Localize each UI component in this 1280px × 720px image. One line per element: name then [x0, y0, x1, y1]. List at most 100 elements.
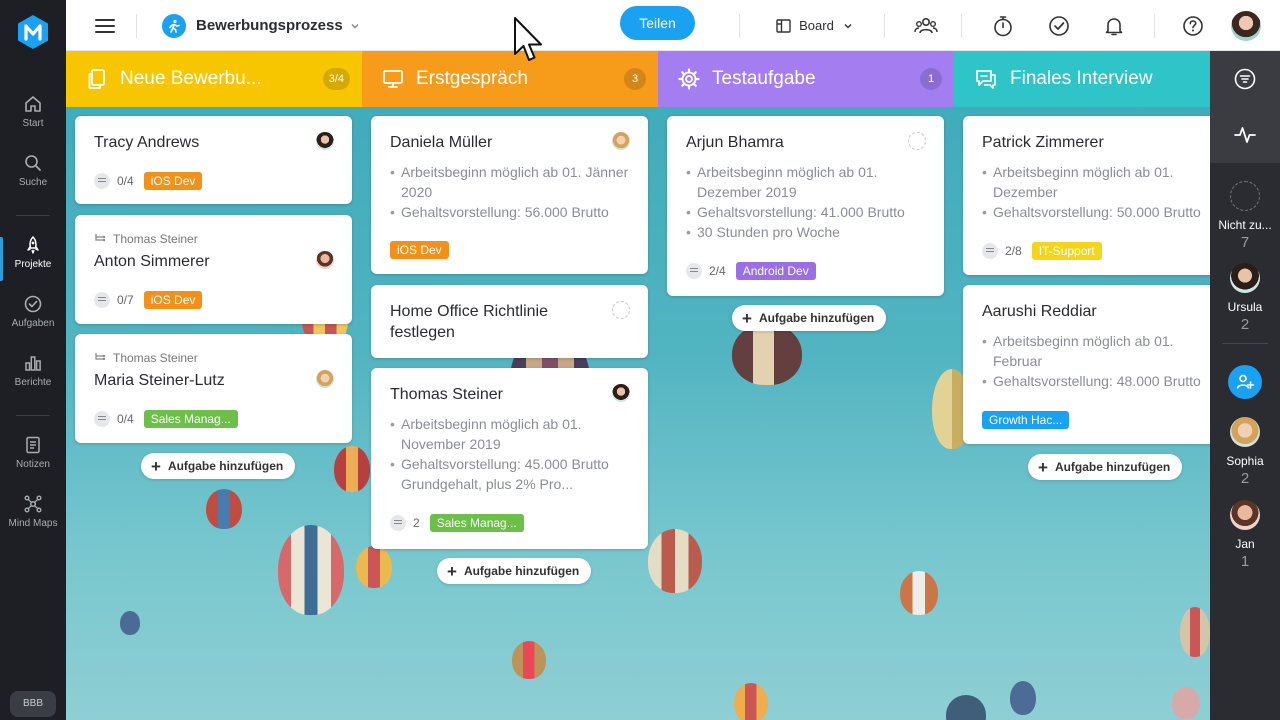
nav-label: Start: [22, 118, 44, 129]
tag-label[interactable]: Sales Manag...: [143, 410, 238, 428]
gear-icon: [678, 68, 700, 90]
help-icon[interactable]: [1178, 0, 1208, 51]
user-initials-badge[interactable]: BBB: [10, 691, 56, 717]
nav-mind-maps[interactable]: Mind Maps: [0, 494, 66, 546]
parent-task-label: Thomas Steiner: [113, 232, 198, 246]
subtask-icon: [95, 353, 106, 361]
add-task-button[interactable]: + Aufgabe hinzufügen: [732, 305, 887, 331]
task-card[interactable]: Home Office Richtlinie festlegen: [371, 285, 648, 358]
nav-start[interactable]: Start: [0, 94, 66, 146]
card-description: Arbeitsbeginn möglich ab 01. Februar Geh…: [982, 331, 1210, 391]
column-testaufgabe: Testaufgabe 1 Arjun Bhamra Arbeitsbeginn…: [658, 51, 954, 720]
nav-label: Mind Maps: [8, 518, 58, 529]
column-header[interactable]: Neue Bewerbu... 3/4: [66, 51, 362, 107]
description-bullet: Arbeitsbeginn möglich ab 01. Dezember 20…: [686, 162, 928, 202]
project-selector[interactable]: Bewerbungsprozess: [162, 0, 362, 51]
tag-label[interactable]: iOS Dev: [143, 291, 203, 309]
board-area: Neue Bewerbu... 3/4 Tracy Andrews 0/4 iO…: [66, 51, 1210, 720]
assignee-filter-ursula[interactable]: Ursula 2: [1210, 263, 1280, 333]
share-button[interactable]: Teilen: [620, 6, 695, 40]
column-title: Neue Bewerbu...: [120, 68, 262, 89]
parent-task[interactable]: Thomas Steiner: [94, 232, 198, 246]
menu-icon[interactable]: [90, 0, 120, 51]
description-bullet: Arbeitsbeginn möglich ab 01. Februar: [982, 331, 1210, 371]
task-card[interactable]: Tracy Andrews 0/4 iOS Dev: [75, 116, 352, 204]
completed-check-icon[interactable]: [1044, 0, 1074, 51]
description-bullet: Arbeitsbeginn möglich ab 01. November 20…: [390, 414, 632, 454]
add-task-button[interactable]: + Aufgabe hinzufügen: [141, 453, 296, 479]
checklist-icon: [94, 292, 110, 308]
card-title: Thomas Steiner: [390, 386, 503, 403]
assignee-filter-sophia[interactable]: Sophia 2: [1210, 417, 1280, 487]
app-logo[interactable]: [16, 14, 50, 50]
assignee-avatar[interactable]: [316, 251, 334, 269]
column-erstgespraech: Erstgespräch 3 Daniela Müller Arbeitsbeg…: [362, 51, 658, 720]
card-meta: iOS Dev: [390, 241, 449, 259]
task-card[interactable]: Arjun Bhamra Arbeitsbeginn möglich ab 01…: [667, 116, 944, 296]
avatar: [1230, 263, 1260, 293]
filter-icon[interactable]: [1234, 68, 1256, 90]
nav-suche[interactable]: Suche: [0, 153, 66, 205]
monitor-icon: [383, 70, 403, 88]
nav-label: Berichte: [14, 377, 52, 388]
activity-icon[interactable]: [1234, 124, 1256, 146]
top-bar: Bewerbungsprozess Teilen Board: [66, 0, 1280, 51]
column-count: 3/4: [322, 68, 350, 90]
nav-berichte[interactable]: Berichte: [0, 353, 66, 405]
tag-label[interactable]: Sales Manag...: [429, 514, 524, 532]
task-card[interactable]: Thomas Steiner Anton Simmerer 0/7 iOS De…: [75, 215, 352, 324]
subtask-icon: [95, 234, 106, 242]
plus-icon: +: [742, 308, 752, 328]
user-avatar[interactable]: [1231, 0, 1261, 51]
nav-notizen[interactable]: Notizen: [0, 435, 66, 487]
tag-label[interactable]: Growth Hac...: [982, 411, 1070, 429]
plus-icon: +: [447, 561, 457, 581]
task-card[interactable]: Patrick Zimmerer Arbeitsbeginn möglich a…: [963, 116, 1210, 275]
column-header[interactable]: Finales Interview: [954, 51, 1210, 107]
assignee-filter-jan[interactable]: Jan 1: [1210, 500, 1280, 570]
task-card[interactable]: Thomas Steiner Arbeitsbeginn möglich ab …: [371, 368, 648, 549]
right-panel: Nicht zu... 7 Ursula 2 Sophia 2 Jan 1: [1210, 51, 1280, 720]
column-header[interactable]: Erstgespräch 3: [362, 51, 658, 107]
assignee-avatar[interactable]: [612, 132, 630, 150]
task-card[interactable]: Aarushi Reddiar Arbeitsbeginn möglich ab…: [963, 285, 1210, 444]
task-card[interactable]: Thomas Steiner Maria Steiner-Lutz 0/4 Sa…: [75, 334, 352, 443]
description-bullet: Arbeitsbeginn möglich ab 01. Jänner 2020: [390, 162, 632, 202]
tag-label[interactable]: iOS Dev: [390, 241, 449, 259]
column-title: Erstgespräch: [416, 68, 528, 89]
column-title: Testaufgabe: [712, 68, 816, 89]
unassigned-avatar-icon[interactable]: [908, 132, 926, 150]
add-task-button[interactable]: + Aufgabe hinzufügen: [1028, 454, 1183, 480]
assignee-filter-unassigned[interactable]: Nicht zu... 7: [1210, 181, 1280, 251]
add-task-button[interactable]: + Aufgabe hinzufügen: [437, 558, 592, 584]
nav-aufgaben[interactable]: Aufgaben: [0, 294, 66, 346]
tag-label[interactable]: Android Dev: [735, 262, 816, 280]
assignee-name: Ursula: [1227, 300, 1263, 314]
card-title: Anton Simmerer: [94, 253, 210, 270]
add-member-button[interactable]: [1210, 365, 1280, 399]
nav-divider: [16, 415, 50, 416]
assignee-count: 7: [1240, 234, 1250, 251]
add-task-label: Aufgabe hinzufügen: [1054, 460, 1171, 474]
task-card[interactable]: Daniela Müller Arbeitsbeginn möglich ab …: [371, 116, 648, 274]
nav-projekte[interactable]: Projekte: [0, 235, 66, 287]
unassigned-avatar-icon[interactable]: [612, 301, 630, 319]
members-icon[interactable]: [911, 0, 941, 51]
column-header[interactable]: Testaufgabe 1: [658, 51, 954, 107]
timer-icon[interactable]: [988, 0, 1018, 51]
panel-divider: [1222, 343, 1268, 344]
assignee-name: Nicht zu...: [1218, 218, 1272, 232]
checklist-progress: 0/4: [117, 412, 134, 426]
notifications-bell-icon[interactable]: [1099, 0, 1129, 51]
column-count: 1: [920, 68, 942, 90]
assignee-avatar[interactable]: [316, 132, 334, 150]
tag-label[interactable]: iOS Dev: [143, 172, 203, 190]
toolbar-divider: [136, 14, 137, 38]
checklist-progress: 0/7: [117, 293, 134, 307]
assignee-avatar[interactable]: [612, 384, 630, 402]
plus-icon: +: [151, 456, 161, 476]
assignee-avatar[interactable]: [316, 370, 334, 388]
tag-label[interactable]: IT-Support: [1031, 242, 1102, 260]
view-selector[interactable]: Board: [770, 0, 860, 51]
parent-task[interactable]: Thomas Steiner: [94, 351, 198, 365]
